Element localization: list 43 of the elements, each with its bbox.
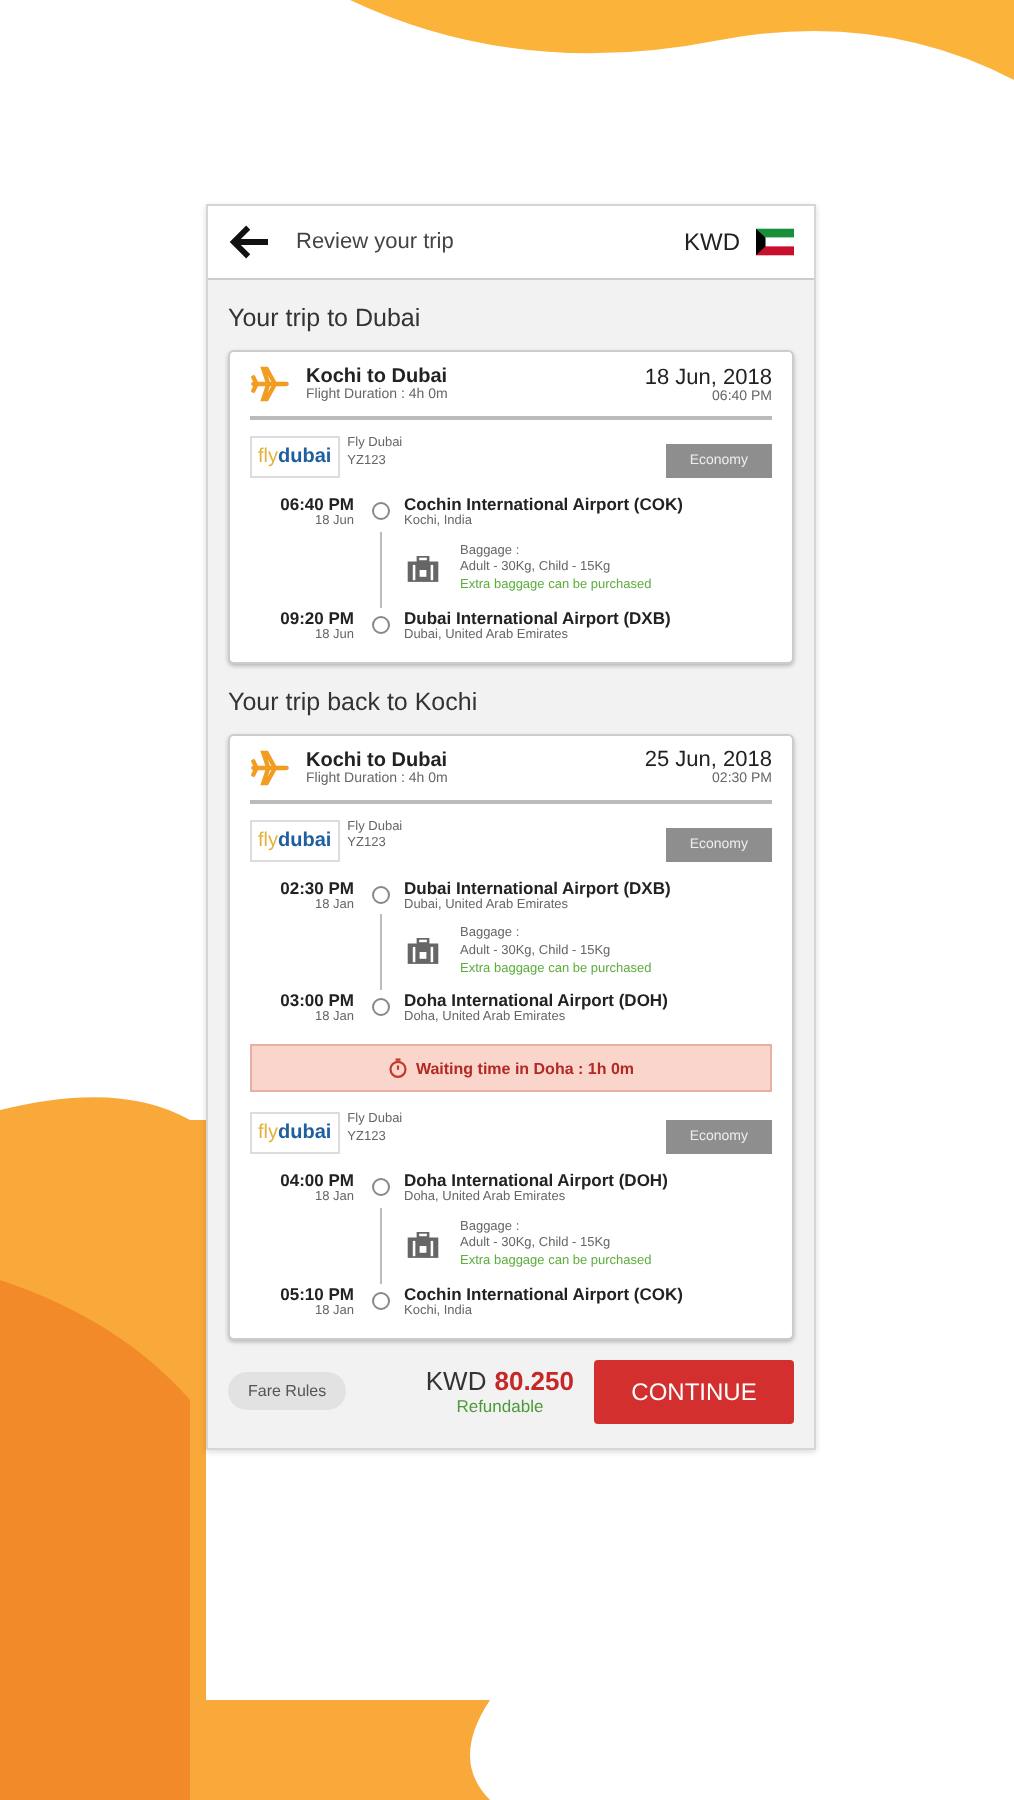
- airport-name: Doha International Airport (DOH): [404, 1170, 668, 1191]
- airport-name: Dubai International Airport (DXB): [404, 607, 671, 628]
- route-title: Kochi to Dubai: [306, 749, 448, 772]
- departure-date: 18 Jun, 2018: [644, 365, 772, 389]
- stopwatch-icon: [387, 1058, 408, 1079]
- departure-date: 25 Jun, 2018: [644, 748, 772, 773]
- airline-logo: flydubai: [250, 1112, 340, 1155]
- timeline-dot: [372, 1291, 390, 1310]
- stop-time: 06:40 PM: [280, 494, 354, 514]
- airport-name: Cochin International Airport (COK): [404, 494, 683, 514]
- fare-rules-button[interactable]: Fare Rules: [228, 1372, 347, 1411]
- airport-name: Cochin International Airport (COK): [404, 1283, 683, 1304]
- price-amount: 80.250: [494, 1366, 574, 1397]
- stop-time: 03:00 PM: [280, 990, 354, 1011]
- stop-time: 05:10 PM: [280, 1283, 354, 1304]
- luggage-icon: [406, 938, 440, 967]
- airline-logo: flydubai: [250, 436, 340, 478]
- airplane-icon: [250, 364, 290, 404]
- section-heading: Your trip back to Kochi: [228, 685, 480, 720]
- route-title: Kochi to Dubai: [306, 366, 448, 388]
- airport-name: Dubai International Airport (DXB): [404, 877, 671, 898]
- stop-time: 09:20 PM: [280, 607, 354, 628]
- continue-button[interactable]: CONTINUE: [594, 1359, 794, 1424]
- luggage-icon: [406, 1231, 440, 1260]
- airport-name: Doha International Airport (DOH): [404, 990, 668, 1011]
- timeline-dot: [372, 1178, 390, 1197]
- airplane-icon: [250, 747, 290, 788]
- timeline-dot: [372, 502, 390, 520]
- timeline-dot: [372, 998, 390, 1017]
- section-heading: Your trip to Dubai: [228, 302, 423, 336]
- stop-time: 04:00 PM: [280, 1170, 354, 1191]
- timeline-dot: [372, 885, 390, 904]
- layover-banner: Waiting time in Doha : 1h 0m: [250, 1044, 772, 1093]
- flag-icon[interactable]: [756, 228, 794, 256]
- currency-label[interactable]: KWD: [684, 228, 740, 256]
- airline-logo: flydubai: [250, 819, 340, 862]
- back-arrow-icon[interactable]: [228, 224, 272, 260]
- stop-time: 02:30 PM: [280, 877, 354, 898]
- price-currency: KWD: [425, 1366, 487, 1397]
- screen-title: Review your trip: [296, 230, 456, 254]
- refund-status: Refundable: [456, 1396, 544, 1417]
- luggage-icon: [406, 555, 440, 584]
- timeline-dot: [372, 615, 390, 634]
